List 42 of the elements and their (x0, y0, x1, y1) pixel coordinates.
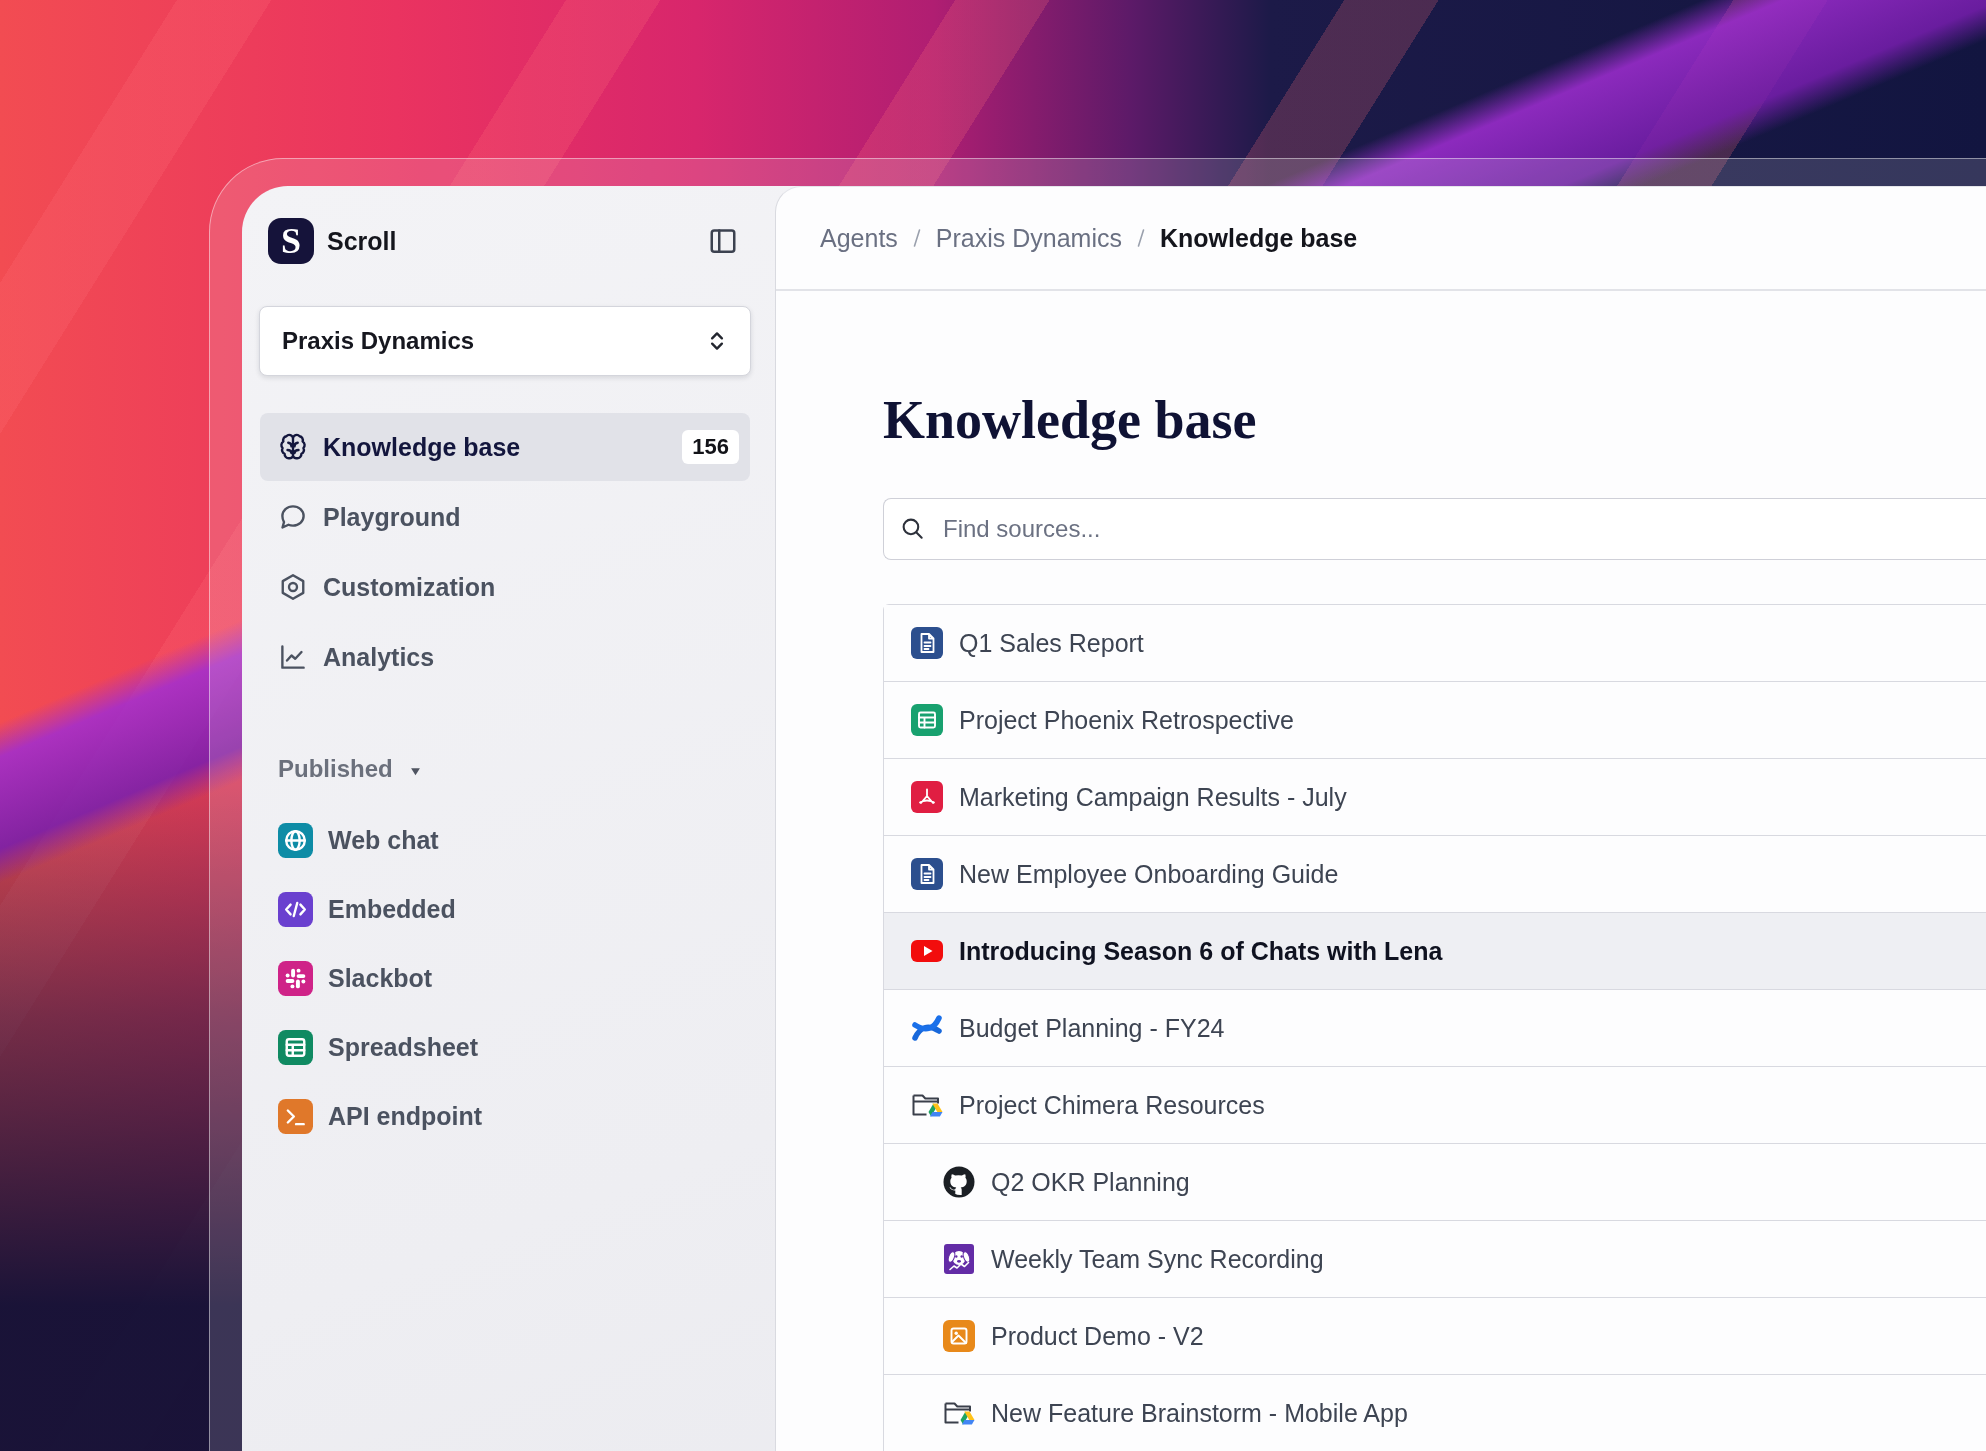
search-field[interactable]: Find sources... (883, 498, 1986, 560)
image-icon (943, 1320, 975, 1352)
nav-item[interactable]: Embedded (260, 878, 750, 940)
hash-icon (278, 960, 313, 996)
dog-icon (943, 1243, 975, 1275)
nav-item[interactable]: Spreadsheet (260, 1016, 750, 1078)
source-row[interactable]: Q1 Sales Report (884, 605, 1986, 682)
section-header[interactable]: Published (260, 754, 421, 784)
table-icon (911, 704, 943, 736)
brain-icon (278, 432, 308, 462)
terminal-icon (278, 1098, 313, 1134)
nav-item[interactable]: Playground (260, 483, 750, 551)
breadcrumb-link[interactable]: Praxis Dynamics (935, 223, 1122, 253)
slash-icon (911, 226, 922, 250)
cross-icon (911, 1012, 943, 1044)
slash-icon (1136, 226, 1146, 250)
pdf-icon (911, 781, 943, 813)
chat-icon (278, 502, 308, 532)
sidebar-icon (708, 226, 738, 256)
workspace-select[interactable]: Praxis Dynamics (259, 306, 751, 376)
document-icon (911, 627, 943, 659)
globe-icon (278, 822, 313, 858)
count-badge: 156 (682, 430, 739, 464)
nav-item[interactable]: API endpoint (260, 1085, 750, 1147)
document-icon (911, 858, 943, 890)
app-logo: S (268, 218, 314, 264)
cat-icon (943, 1166, 975, 1198)
code-icon (278, 891, 313, 927)
nav-item[interactable]: Knowledge base 156 (260, 413, 750, 481)
source-row[interactable]: Introducing Season 6 of Chats with Lena (884, 913, 1986, 990)
breadcrumb-link[interactable]: Agents (820, 223, 898, 253)
search-icon (900, 516, 925, 541)
chart-icon (278, 642, 308, 672)
breadcrumb-current: Knowledge base (1160, 223, 1358, 253)
table-icon (278, 1029, 313, 1065)
app-name: Scroll (327, 226, 397, 256)
sidebar-toggle-button[interactable] (708, 226, 738, 256)
nav-item[interactable]: Web chat (260, 809, 750, 871)
nav-item[interactable]: Slackbot (260, 947, 750, 1009)
nav-item[interactable]: Customization (260, 553, 750, 621)
nav-item[interactable]: Analytics (260, 623, 750, 691)
page-title: Knowledge base (883, 389, 1257, 452)
